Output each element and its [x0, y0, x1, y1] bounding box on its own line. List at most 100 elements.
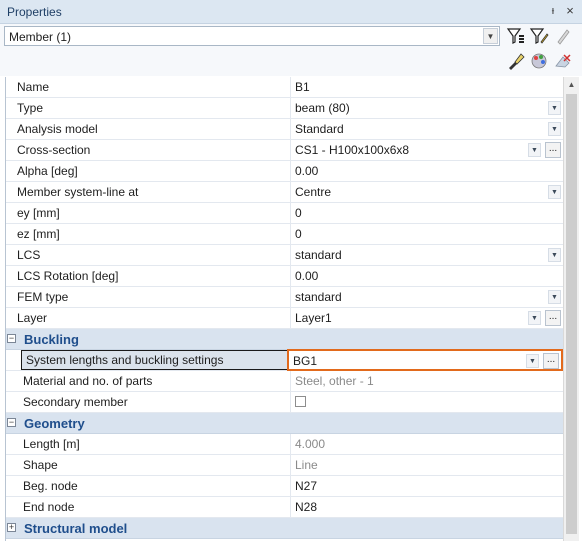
property-value-cell[interactable]: Layer1 ▼ ...: [290, 308, 563, 328]
property-value-cell[interactable]: B1: [290, 77, 563, 97]
property-row-cross-section[interactable]: Cross-section CS1 - H100x100x6x8 ▼ ...: [6, 140, 564, 161]
ellipsis-button[interactable]: ...: [545, 142, 561, 158]
chevron-down-icon[interactable]: ▼: [548, 248, 561, 262]
property-value-cell[interactable]: BG1 ▼ ...: [287, 349, 563, 371]
secondary-member-checkbox[interactable]: [295, 396, 306, 407]
property-value: BG1: [293, 354, 318, 368]
property-label: Shape: [23, 458, 58, 472]
property-row-layer[interactable]: Layer Layer1 ▼ ...: [6, 308, 564, 329]
property-value-cell[interactable]: N28: [290, 497, 563, 517]
property-value: B1: [295, 80, 310, 94]
property-value-cell[interactable]: standard ▼: [290, 245, 563, 265]
property-label: Secondary member: [23, 395, 128, 409]
property-label: Beg. node: [23, 479, 78, 493]
ellipsis-button[interactable]: ...: [545, 310, 561, 326]
property-grid: Name B1 Type beam (80) ▼ Analysis model …: [5, 77, 564, 541]
property-row-lcs[interactable]: LCS standard ▼: [6, 245, 564, 266]
property-value: Centre: [295, 185, 332, 199]
property-row-end-node[interactable]: End node N28: [6, 497, 564, 518]
property-row-fem-type[interactable]: FEM type standard ▼: [6, 287, 564, 308]
property-label: System lengths and buckling settings: [21, 350, 289, 370]
selection-dropdown[interactable]: Member (1) ▼: [4, 26, 500, 46]
filter-edit-icon[interactable]: [529, 26, 549, 46]
group-title: Structural model: [24, 521, 128, 536]
property-row-secondary-member[interactable]: Secondary member: [6, 392, 564, 413]
property-row-lcs-rotation[interactable]: LCS Rotation [deg] 0.00: [6, 266, 564, 287]
property-value-cell[interactable]: beam (80) ▼: [290, 98, 563, 118]
property-value-cell: 4.000: [290, 434, 563, 454]
property-label: End node: [23, 500, 75, 514]
property-row-material[interactable]: Material and no. of parts Steel, other -…: [6, 371, 564, 392]
property-value: beam (80): [295, 101, 350, 115]
property-value-cell[interactable]: standard ▼: [290, 287, 563, 307]
property-value-cell: Steel, other - 1: [290, 371, 563, 391]
vertical-scrollbar[interactable]: ▲: [563, 77, 579, 541]
property-value: standard: [295, 248, 342, 262]
group-title: Buckling: [24, 332, 79, 347]
collapse-icon[interactable]: −: [7, 334, 16, 343]
property-value-cell[interactable]: Standard ▼: [290, 119, 563, 139]
pencil-icon[interactable]: [553, 26, 573, 46]
color-palette-icon[interactable]: [529, 51, 549, 71]
collapse-icon[interactable]: −: [7, 418, 16, 427]
group-title: Geometry: [24, 416, 85, 431]
property-row-shape[interactable]: Shape Line: [6, 455, 564, 476]
property-label: LCS Rotation [deg]: [17, 269, 119, 283]
property-label: ey [mm]: [17, 206, 60, 220]
brush-icon[interactable]: [506, 51, 526, 71]
property-value-cell[interactable]: CS1 - H100x100x6x8 ▼ ...: [290, 140, 563, 160]
chevron-down-icon[interactable]: ▼: [548, 101, 561, 115]
property-value-cell[interactable]: 0.00: [290, 266, 563, 286]
property-label: Name: [17, 80, 50, 94]
property-label: FEM type: [17, 290, 69, 304]
property-row-buckling-settings[interactable]: System lengths and buckling settings BG1…: [6, 349, 564, 371]
property-label: Cross-section: [17, 143, 91, 157]
chevron-down-icon[interactable]: ▼: [528, 311, 541, 325]
property-value-cell[interactable]: 0.00: [290, 161, 563, 181]
property-row-length[interactable]: Length [m] 4.000: [6, 434, 564, 455]
property-row-ey[interactable]: ey [mm] 0: [6, 203, 564, 224]
property-value-cell[interactable]: 0: [290, 203, 563, 223]
pin-icon[interactable]: ᵼ: [546, 3, 560, 19]
chevron-down-icon[interactable]: ▼: [548, 122, 561, 136]
group-header-buckling[interactable]: − Buckling: [6, 329, 564, 350]
chevron-down-icon[interactable]: ▼: [526, 354, 539, 368]
property-value: 0.00: [295, 269, 319, 283]
property-value: standard: [295, 290, 342, 304]
clear-icon[interactable]: [553, 51, 573, 71]
property-row-beg-node[interactable]: Beg. node N27: [6, 476, 564, 497]
group-header-geometry[interactable]: − Geometry: [6, 413, 564, 434]
property-value: Line: [295, 458, 318, 472]
property-value-cell[interactable]: Centre ▼: [290, 182, 563, 202]
group-header-structural-model[interactable]: + Structural model: [6, 518, 564, 539]
property-row-alpha[interactable]: Alpha [deg] 0.00: [6, 161, 564, 182]
property-row-system-line[interactable]: Member system-line at Centre ▼: [6, 182, 564, 203]
scrollbar-thumb[interactable]: [566, 94, 577, 534]
property-row-ez[interactable]: ez [mm] 0: [6, 224, 564, 245]
property-value-cell[interactable]: 0: [290, 224, 563, 244]
property-value-cell[interactable]: [290, 392, 563, 412]
property-value: N28: [295, 500, 318, 514]
property-label: LCS: [17, 248, 41, 262]
ellipsis-button[interactable]: ...: [543, 353, 559, 369]
property-label: Length [m]: [23, 437, 80, 451]
property-row-analysis-model[interactable]: Analysis model Standard ▼: [6, 119, 564, 140]
property-row-name[interactable]: Name B1: [6, 77, 564, 98]
chevron-down-icon[interactable]: ▼: [483, 28, 498, 44]
property-value: Layer1: [295, 311, 332, 325]
close-icon[interactable]: ×: [563, 3, 577, 19]
property-label: Member system-line at: [17, 185, 139, 199]
panel-titlebar: Properties ᵼ ×: [0, 0, 582, 24]
chevron-down-icon[interactable]: ▼: [548, 290, 561, 304]
filter-icon[interactable]: [506, 26, 526, 46]
property-value-cell[interactable]: N27: [290, 476, 563, 496]
chevron-down-icon[interactable]: ▼: [528, 143, 541, 157]
expand-icon[interactable]: +: [7, 523, 16, 532]
chevron-down-icon[interactable]: ▼: [548, 185, 561, 199]
property-value-cell: Line: [290, 455, 563, 475]
panel-title: Properties: [7, 5, 62, 19]
property-label: Type: [17, 101, 44, 115]
scroll-up-icon[interactable]: ▲: [564, 77, 579, 93]
property-row-type[interactable]: Type beam (80) ▼: [6, 98, 564, 119]
property-value: 0.00: [295, 164, 319, 178]
